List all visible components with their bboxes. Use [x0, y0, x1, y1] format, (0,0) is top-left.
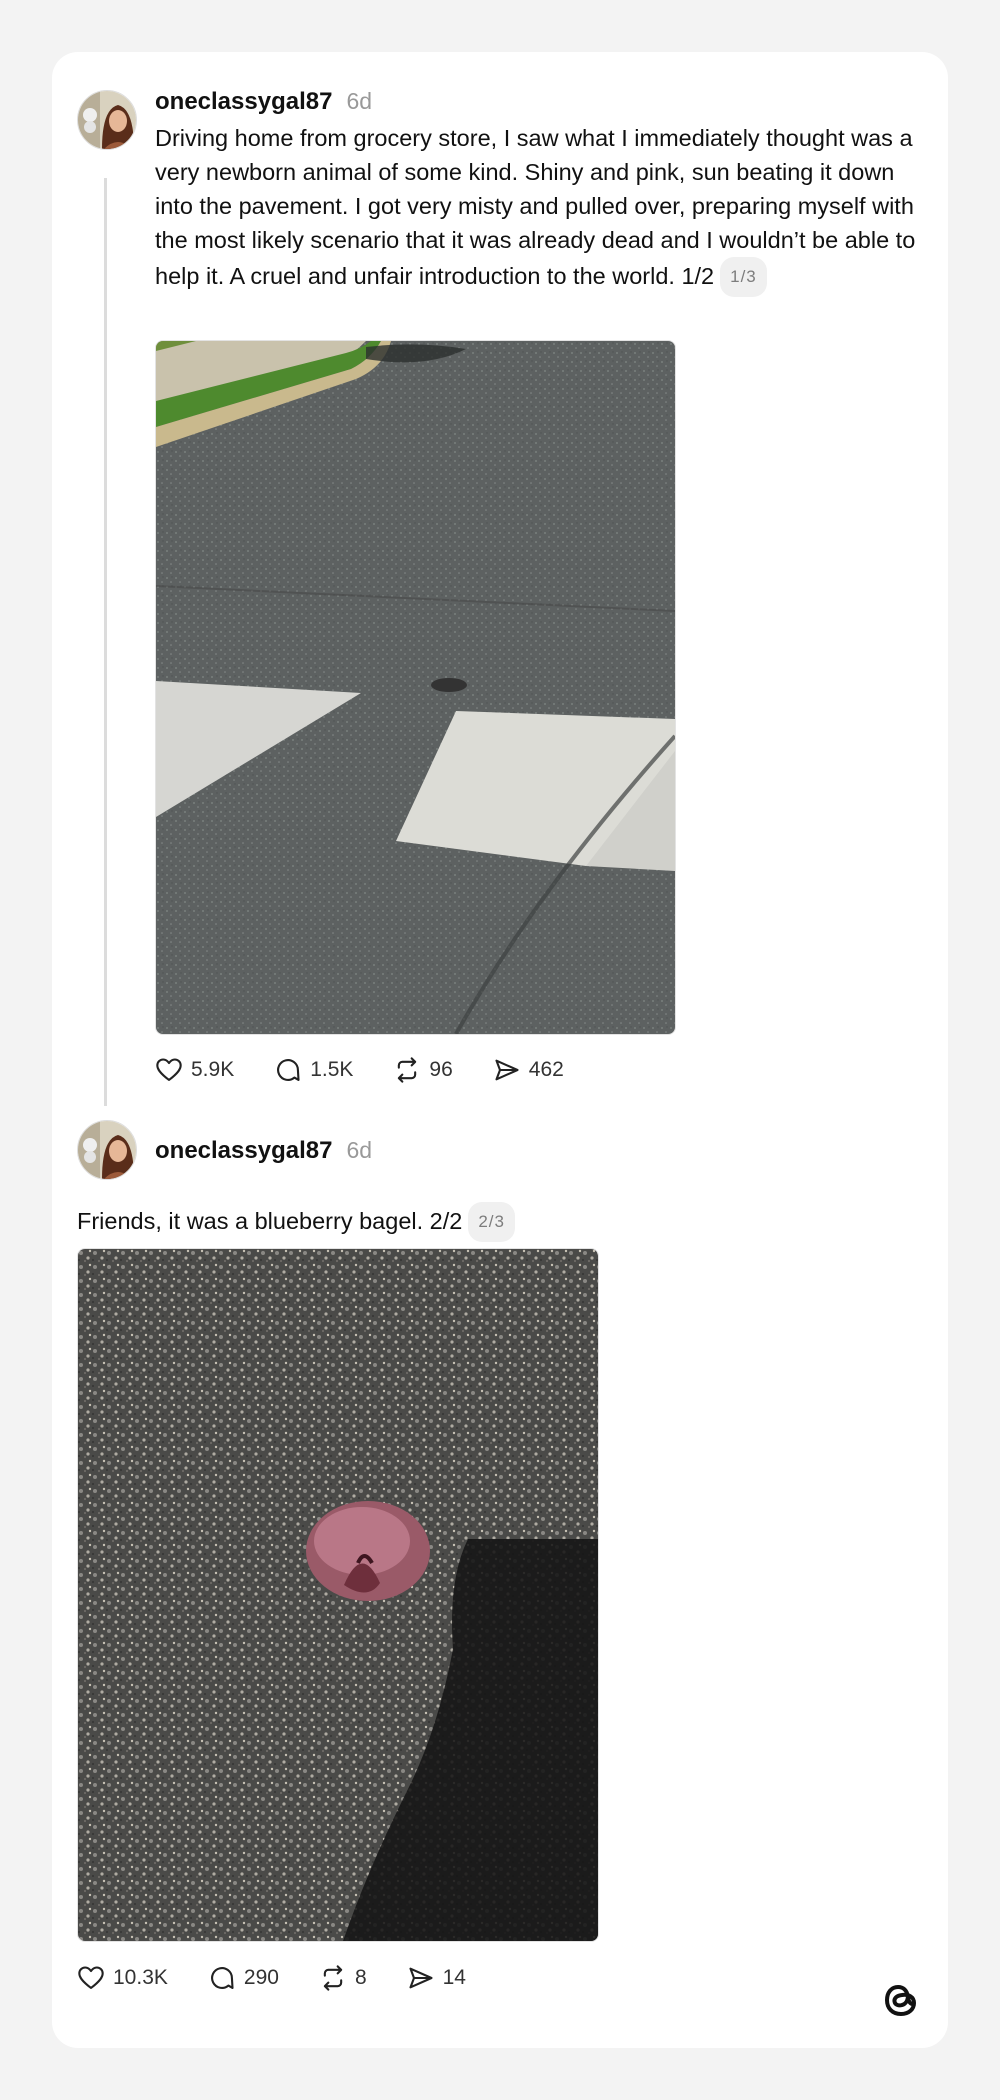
like-count: 10.3K	[113, 1966, 168, 1989]
post-actions: 5.9K 1.5K 96 462	[155, 1056, 604, 1084]
username[interactable]: oneclassygal87	[155, 1137, 332, 1165]
reply-button[interactable]: 290	[208, 1964, 279, 1992]
comment-icon	[210, 1967, 234, 1989]
threads-logo-icon	[878, 1977, 924, 2023]
repost-button[interactable]: 8	[319, 1964, 367, 1992]
repost-count: 8	[354, 1966, 367, 1989]
share-button[interactable]: 14	[407, 1964, 466, 1992]
repost-icon	[323, 1965, 343, 1991]
post-actions: 10.3K 290 8 14	[77, 1964, 506, 1992]
comment-icon	[277, 1059, 300, 1081]
post-text: Driving home from grocery store, I saw w…	[155, 121, 935, 297]
share-icon	[409, 1967, 433, 1989]
thread-card: oneclassygal87 6d Driving home from groc…	[52, 52, 948, 2048]
post-body: Friends, it was a blueberry bagel. 2/2	[77, 1208, 463, 1234]
post-time[interactable]: 6d	[346, 88, 372, 115]
repost-count: 96	[429, 1058, 453, 1081]
post-header: oneclassygal87 6d	[155, 88, 372, 116]
reply-count: 1.5K	[310, 1058, 354, 1081]
like-count: 5.9K	[191, 1058, 235, 1081]
post-body: Driving home from grocery store, I saw w…	[155, 125, 916, 289]
like-button[interactable]: 5.9K	[155, 1056, 234, 1084]
post-header: oneclassygal87 6d	[155, 1137, 372, 1165]
reply-count: 290	[243, 1966, 279, 1989]
post-image[interactable]	[77, 1248, 599, 1942]
like-button[interactable]: 10.3K	[77, 1964, 168, 1992]
heart-icon	[156, 1058, 182, 1081]
username[interactable]: oneclassygal87	[155, 88, 332, 116]
repost-button[interactable]: 96	[393, 1056, 453, 1084]
repost-icon	[398, 1057, 417, 1083]
post-image[interactable]	[155, 340, 676, 1035]
avatar[interactable]	[77, 90, 137, 150]
thread-connector	[104, 178, 107, 1106]
share-count: 462	[528, 1058, 564, 1081]
reply-button[interactable]: 1.5K	[274, 1056, 353, 1084]
share-count: 14	[442, 1966, 466, 1989]
share-icon	[495, 1059, 519, 1081]
post-text: Friends, it was a blueberry bagel. 2/2 2/…	[77, 1202, 917, 1242]
thread-counter-badge: 2/3	[468, 1202, 515, 1242]
avatar[interactable]	[77, 1120, 137, 1180]
thread-counter-badge: 1/3	[720, 257, 767, 297]
heart-icon	[78, 1966, 104, 1989]
share-button[interactable]: 462	[493, 1056, 564, 1084]
post-time[interactable]: 6d	[346, 1137, 372, 1164]
